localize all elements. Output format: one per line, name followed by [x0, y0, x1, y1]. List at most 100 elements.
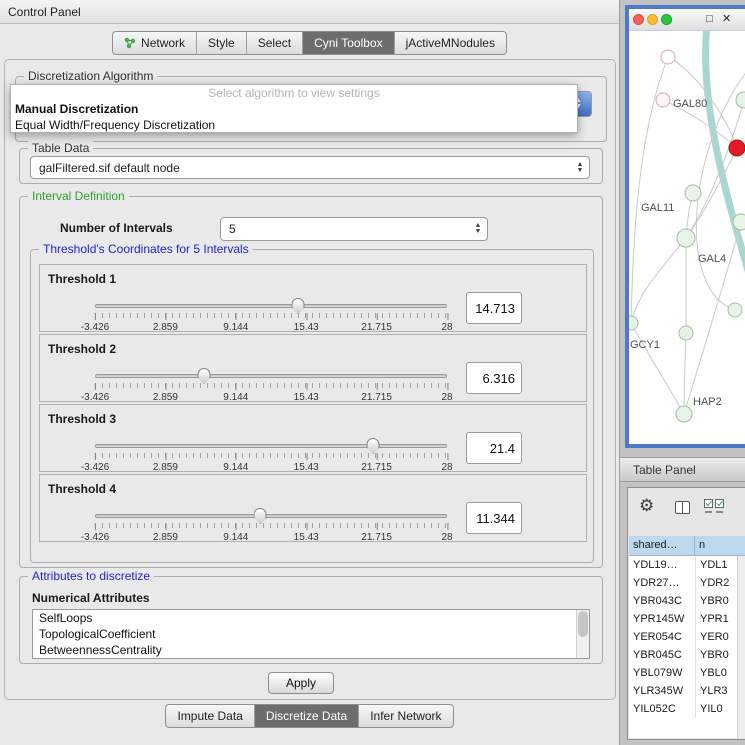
table-data-combobox[interactable]: galFiltered.sif default node ▲▼ [30, 156, 590, 179]
slider-track[interactable] [95, 514, 447, 518]
tab-cyni-toolbox[interactable]: Cyni Toolbox [303, 32, 394, 54]
cell-shared-name[interactable]: YLR345W [629, 682, 695, 700]
network-node-selected[interactable] [729, 140, 745, 156]
network-node[interactable] [656, 93, 670, 107]
table-row[interactable]: YBR045CYBR0 [629, 646, 745, 664]
threshold-4-slider[interactable]: -3.426 2.859 9.144 15.43 21.715 28 [95, 508, 447, 544]
apply-button[interactable]: Apply [268, 672, 334, 694]
tab-impute-data[interactable]: Impute Data [166, 705, 254, 727]
cell-shared-name[interactable]: YPR145W [629, 610, 695, 628]
algorithm-dropdown-popup: Select algorithm to view settings Manual… [10, 84, 578, 133]
number-of-intervals-combobox[interactable]: 5 ▲▼ [220, 217, 488, 241]
table-row[interactable]: YBR043CYBR0 [629, 592, 745, 610]
algorithm-option-manual[interactable]: Manual Discretization [11, 101, 577, 117]
table-panel-window: ⚙ shared… n YDL19…YDL1 YDR27…YDR2 YBR043… [627, 487, 745, 740]
tick-label: 2.859 [153, 322, 178, 333]
threshold-1-slider[interactable]: -3.426 2.859 9.144 15.43 21.715 28 [95, 298, 447, 334]
algorithm-placeholder-option[interactable]: Select algorithm to view settings [11, 85, 577, 101]
slider-track[interactable] [95, 444, 447, 448]
attributes-group-title: Attributes to discretize [28, 569, 154, 583]
tick-label: 21.715 [361, 392, 392, 403]
thresholds-coordinates-group-title: Threshold's Coordinates for 5 Intervals [39, 242, 253, 256]
network-nodes-icon [124, 37, 136, 49]
cell-shared-name[interactable]: YDL19… [629, 556, 695, 574]
table-scrollbar[interactable] [737, 556, 745, 738]
threshold-4-panel: Threshold 4 -3.426 2.859 9.144 15.43 21.… [39, 474, 587, 542]
columns-icon[interactable] [675, 501, 690, 514]
slider-thumb[interactable] [198, 368, 211, 384]
close-icon[interactable]: ✕ [722, 13, 731, 26]
network-window-titlebar: □ ✕ [629, 9, 745, 31]
threshold-2-value-input[interactable] [466, 362, 522, 394]
numerical-attributes-list[interactable]: SelfLoops TopologicalCoefficient Between… [32, 609, 590, 659]
threshold-4-value-input[interactable] [466, 502, 522, 534]
select-columns-icon[interactable] [704, 499, 725, 514]
discretization-algorithm-group-title: Discretization Algorithm [24, 69, 157, 83]
list-item[interactable]: SelfLoops [33, 610, 589, 626]
control-panel-titlebar: Control Panel [0, 0, 619, 24]
tick-label: 15.43 [294, 532, 319, 543]
table-row[interactable]: YDL19…YDL1 [629, 556, 745, 574]
cell-shared-name[interactable]: YBL079W [629, 664, 695, 682]
traffic-light-zoom-icon[interactable] [661, 14, 672, 25]
column-header-name[interactable]: n [695, 536, 745, 556]
threshold-2-slider[interactable]: -3.426 2.859 9.144 15.43 21.715 28 [95, 368, 447, 404]
slider-thumb[interactable] [254, 508, 267, 524]
algorithm-option-equal-width[interactable]: Equal Width/Frequency Discretization [11, 117, 577, 133]
traffic-light-close-icon[interactable] [633, 14, 644, 25]
traffic-light-minimize-icon[interactable] [647, 14, 658, 25]
table-row[interactable]: YIL052CYIL0 [629, 700, 745, 718]
tab-select[interactable]: Select [247, 32, 303, 54]
list-scrollbar[interactable] [576, 610, 589, 658]
slider-track[interactable] [95, 304, 447, 308]
list-item[interactable]: BetweennessCentrality [33, 642, 589, 658]
slider-thumb[interactable] [367, 438, 380, 454]
network-node[interactable] [629, 316, 638, 330]
threshold-1-value-input[interactable] [466, 292, 522, 324]
table-row[interactable]: YDR27…YDR2 [629, 574, 745, 592]
threshold-1-label: Threshold 1 [48, 272, 116, 286]
network-canvas[interactable]: GAL80 GAL11 GAL4 GCY1 HAP2 [629, 31, 745, 444]
network-node[interactable] [679, 326, 693, 340]
tick-label: 21.715 [361, 462, 392, 473]
tab-network[interactable]: Network [113, 32, 197, 54]
column-header-shared-name[interactable]: shared… [629, 536, 695, 556]
cell-shared-name[interactable]: YER054C [629, 628, 695, 646]
combo-arrows-icon: ▲▼ [571, 162, 589, 174]
tick-label: 28 [441, 322, 452, 333]
maximize-icon[interactable]: □ [706, 13, 713, 26]
table-row[interactable]: YER054CYER0 [629, 628, 745, 646]
table-row[interactable]: YBL079WYBL0 [629, 664, 745, 682]
threshold-3-slider[interactable]: -3.426 2.859 9.144 15.43 21.715 28 [95, 438, 447, 474]
scrollbar-thumb[interactable] [578, 611, 588, 637]
tick-label: 15.43 [294, 392, 319, 403]
network-view-window: □ ✕ [625, 5, 745, 448]
table-data-group-title: Table Data [28, 141, 93, 155]
threshold-3-label: Threshold 3 [48, 412, 116, 426]
slider-thumb[interactable] [292, 298, 305, 314]
network-node[interactable] [728, 303, 742, 317]
tick-label: 28 [441, 532, 452, 543]
slider-track[interactable] [95, 374, 447, 378]
network-node[interactable] [733, 214, 745, 230]
table-row[interactable]: YLR345WYLR3 [629, 682, 745, 700]
cell-shared-name[interactable]: YBR043C [629, 592, 695, 610]
tab-jactivemodules[interactable]: jActiveMNodules [395, 32, 506, 54]
network-node[interactable] [676, 406, 692, 422]
threshold-3-value-input[interactable] [466, 432, 522, 464]
cell-shared-name[interactable]: YDR27… [629, 574, 695, 592]
network-node[interactable] [736, 92, 745, 108]
tab-discretize-data[interactable]: Discretize Data [255, 705, 359, 727]
network-node[interactable] [677, 229, 695, 247]
gear-icon[interactable]: ⚙ [639, 496, 654, 516]
network-node[interactable] [685, 185, 701, 201]
tab-style[interactable]: Style [197, 32, 247, 54]
cell-shared-name[interactable]: YIL052C [629, 700, 695, 718]
table-row[interactable]: YPR145WYPR1 [629, 610, 745, 628]
tick-label: 2.859 [153, 392, 178, 403]
network-node[interactable] [661, 50, 675, 64]
cell-shared-name[interactable]: YBR045C [629, 646, 695, 664]
list-item[interactable]: TopologicalCoefficient [33, 626, 589, 642]
tick-label: -3.426 [81, 392, 109, 403]
tab-infer-network[interactable]: Infer Network [359, 705, 452, 727]
